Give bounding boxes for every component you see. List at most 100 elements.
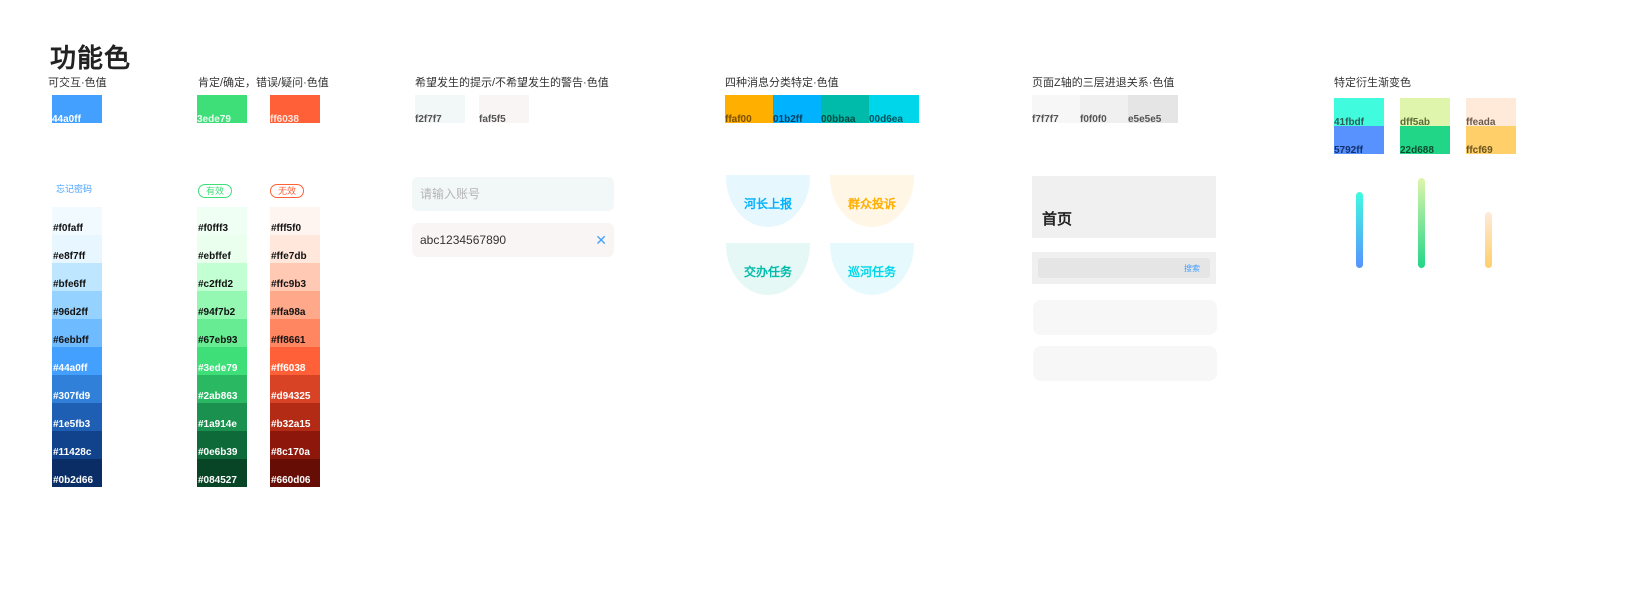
scale-step-label: #96d2ff bbox=[53, 307, 89, 318]
scale-step-label: #67eb93 bbox=[198, 335, 238, 346]
swatch-z2: f0f0f0 bbox=[1080, 95, 1130, 125]
scale-step-label: #e8f7ff bbox=[53, 251, 86, 262]
account-input[interactable]: 请输入账号 bbox=[412, 177, 614, 211]
swatch-label: 3ede79 bbox=[197, 114, 231, 125]
close-icon[interactable]: ✕ bbox=[595, 223, 607, 257]
page-title: 功能色 bbox=[50, 43, 132, 73]
message-public-complaint[interactable]: 群众投诉 bbox=[830, 175, 914, 227]
scale-step: #1a914e bbox=[197, 403, 247, 431]
scale-step-label: #44a0ff bbox=[53, 363, 88, 374]
swatch-label: faf5f5 bbox=[479, 114, 506, 125]
section-title-confirm-error: 肯定/确定，错误/疑问·色值 bbox=[198, 77, 329, 89]
scale-step: #8c170a bbox=[270, 431, 320, 459]
swatch-z1: f7f7f7 bbox=[1032, 95, 1082, 125]
message-river-report[interactable]: 河长上报 bbox=[726, 175, 810, 227]
scale-step: #44a0ff bbox=[52, 347, 102, 375]
swatch-label: ffcf69 bbox=[1466, 145, 1493, 156]
filled-input-value: abc1234567890 bbox=[420, 233, 507, 247]
swatch-blue: 44a0ff bbox=[52, 95, 102, 125]
scale-step: #11428c bbox=[52, 431, 102, 459]
scale-step: #e8f7ff bbox=[52, 235, 102, 263]
scale-step-label: #660d06 bbox=[271, 475, 311, 486]
swatch-label: f0f0f0 bbox=[1080, 114, 1107, 125]
message-assigned-task[interactable]: 交办任务 bbox=[726, 243, 810, 295]
scale-step-label: #8c170a bbox=[271, 447, 310, 458]
scale-step: #ffa98a bbox=[270, 291, 320, 319]
search-input[interactable]: 搜索 bbox=[1038, 258, 1210, 278]
search-button[interactable]: 搜索 bbox=[1184, 263, 1200, 274]
scale-step: #0e6b39 bbox=[197, 431, 247, 459]
message-label: 河长上报 bbox=[743, 197, 792, 211]
scale-step: #ff6038 bbox=[270, 347, 320, 375]
scale-step: #2ab863 bbox=[197, 375, 247, 403]
scale-step-label: #2ab863 bbox=[198, 391, 238, 402]
scale-step: #f0fff3 bbox=[197, 207, 247, 235]
swatch-label: 44a0ff bbox=[52, 114, 81, 125]
tag-invalid: 无效 bbox=[270, 184, 305, 198]
card-placeholder-2 bbox=[1033, 346, 1217, 381]
scale-step-label: #11428c bbox=[53, 447, 92, 458]
section-title-z-axis: 页面Z轴的三层进退关系·色值 bbox=[1032, 77, 1175, 89]
swatch-hint: f2f7f7 bbox=[415, 95, 465, 125]
forgot-password-link[interactable]: 忘记密码 bbox=[56, 182, 92, 195]
scale-step: #c2ffd2 bbox=[197, 263, 247, 291]
scale-step: #f0faff bbox=[52, 207, 102, 235]
swatch-label: 01b2ff bbox=[773, 114, 803, 125]
scale-step-label: #c2ffd2 bbox=[198, 279, 234, 290]
scale-step-label: #0e6b39 bbox=[198, 447, 238, 458]
swatch-green: 3ede79 bbox=[197, 95, 247, 125]
filled-input[interactable]: abc1234567890 ✕ bbox=[412, 223, 614, 257]
section-title-gradient: 特定衍生渐变色 bbox=[1334, 77, 1411, 89]
swatch-warn: faf5f5 bbox=[479, 95, 529, 125]
red-color-scale: #fff5f0 #ffe7db #ffc9b3 #ffa98a #ff8661 #ff60… bbox=[270, 207, 320, 487]
swatch-msg-cyan: 00d6ea bbox=[869, 95, 919, 125]
swatch-label: ffaf00 bbox=[725, 114, 752, 125]
gradient-bar-green bbox=[1418, 178, 1425, 268]
scale-step: #0b2d66 bbox=[52, 459, 102, 487]
scale-step: #307fd9 bbox=[52, 375, 102, 403]
scale-step: #1e5fb3 bbox=[52, 403, 102, 431]
swatch-label: 5792ff bbox=[1334, 145, 1363, 156]
scale-step-label: #307fd9 bbox=[53, 391, 91, 402]
swatch-msg-teal: 00bbaa bbox=[821, 95, 871, 125]
scale-step: #fff5f0 bbox=[270, 207, 320, 235]
scale-step-label: #1a914e bbox=[198, 419, 237, 430]
scale-step-label: #ffe7db bbox=[271, 251, 307, 262]
gradient-bar-blue bbox=[1356, 192, 1363, 268]
section-title-interactive: 可交互·色值 bbox=[48, 77, 107, 89]
message-patrol-task[interactable]: 巡河任务 bbox=[830, 243, 914, 295]
gradient-bar-orange bbox=[1485, 212, 1492, 268]
home-title: 首页 bbox=[1042, 211, 1073, 228]
swatch-msg-orange: ffaf00 bbox=[725, 95, 775, 125]
swatch-z3: e5e5e5 bbox=[1128, 95, 1178, 125]
section-title-hint-warn: 希望发生的提示/不希望发生的警告·色值 bbox=[415, 77, 609, 89]
scale-step-label: #bfe6ff bbox=[53, 279, 86, 290]
card-placeholder-1 bbox=[1033, 300, 1217, 335]
section-title-message: 四种消息分类特定·色值 bbox=[725, 77, 839, 89]
message-label: 巡河任务 bbox=[847, 265, 896, 279]
scale-step: #084527 bbox=[197, 459, 247, 487]
scale-step-label: #6ebbff bbox=[53, 335, 89, 346]
scale-step-label: #b32a15 bbox=[271, 419, 311, 430]
swatch-grad-2a: dff5ab bbox=[1400, 98, 1450, 128]
swatch-label: 00d6ea bbox=[869, 114, 903, 125]
scale-step: #ffe7db bbox=[270, 235, 320, 263]
swatch-grad-3a: ffeada bbox=[1466, 98, 1516, 128]
scale-step-label: #d94325 bbox=[271, 391, 311, 402]
scale-step: #96d2ff bbox=[52, 291, 102, 319]
scale-step: #b32a15 bbox=[270, 403, 320, 431]
swatch-label: f7f7f7 bbox=[1032, 114, 1059, 125]
scale-step: #3ede79 bbox=[197, 347, 247, 375]
scale-step: #ebffef bbox=[197, 235, 247, 263]
blue-color-scale: #f0faff #e8f7ff #bfe6ff #96d2ff #6ebbff #44a0… bbox=[52, 207, 102, 487]
message-label: 交办任务 bbox=[743, 265, 792, 279]
tag-valid: 有效 bbox=[198, 184, 233, 198]
scale-step-label: #ffa98a bbox=[271, 307, 306, 318]
scale-step: #ffc9b3 bbox=[270, 263, 320, 291]
message-label: 群众投诉 bbox=[847, 197, 896, 211]
search-bar-panel: 搜索 bbox=[1032, 252, 1216, 284]
scale-step-label: #1e5fb3 bbox=[53, 419, 91, 430]
swatch-label: f2f7f7 bbox=[415, 114, 442, 125]
swatch-label: e5e5e5 bbox=[1128, 114, 1162, 125]
swatch-red: ff6038 bbox=[270, 95, 320, 125]
